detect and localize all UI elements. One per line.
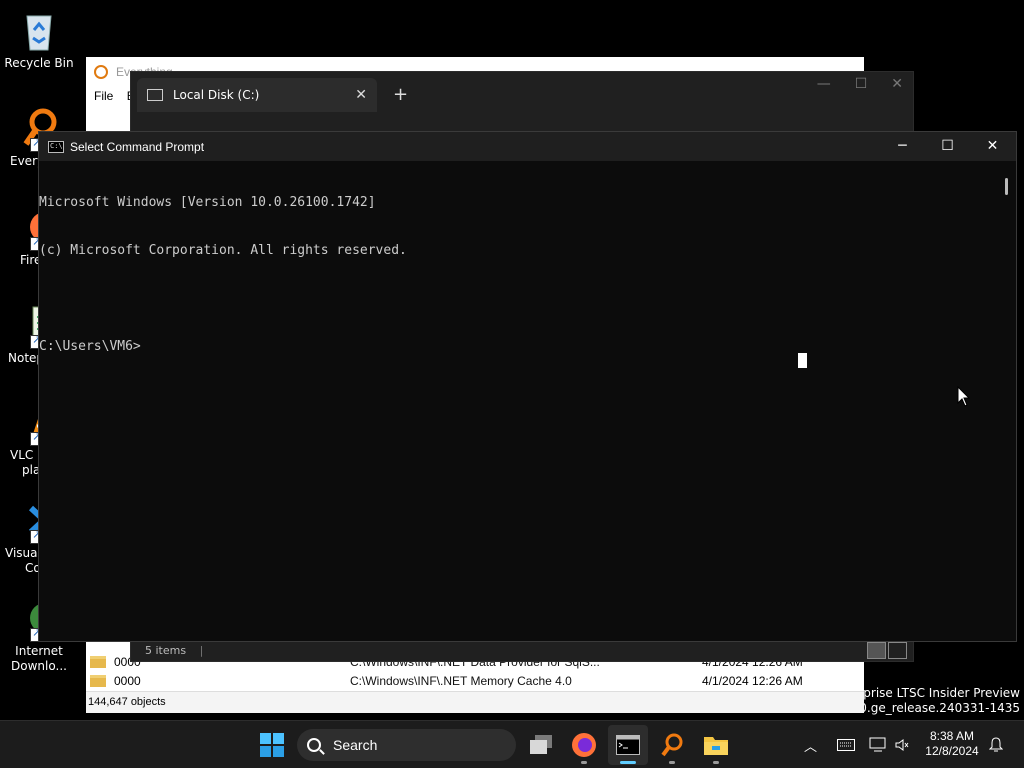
folder-icon <box>90 674 106 687</box>
item-count: 5 items <box>145 644 187 657</box>
minimize-button[interactable]: — <box>817 76 831 92</box>
watermark-line-1: nterprise LTSC Insider Preview <box>838 686 1020 700</box>
console-line: (c) Microsoft Corporation. All rights re… <box>39 243 407 258</box>
search-icon <box>307 738 321 752</box>
console-output[interactable]: Microsoft Windows [Version 10.0.26100.17… <box>39 161 1002 641</box>
notification-bell-icon[interactable] <box>989 737 1003 753</box>
explorer-tab[interactable]: Local Disk (C:) ✕ <box>137 78 377 112</box>
taskbar-command-prompt[interactable] <box>608 725 648 765</box>
everything-icon <box>661 733 683 757</box>
task-view-icon <box>530 735 552 754</box>
text-cursor <box>798 353 807 368</box>
mouse-pointer-icon <box>957 386 971 407</box>
taskbar-clock[interactable]: 8:38 AM 12/8/2024 <box>920 729 984 759</box>
taskbar-everything[interactable] <box>652 725 692 765</box>
maximize-button[interactable]: ☐ <box>855 76 868 92</box>
everything-status-bar: 144,647 objects <box>86 691 864 713</box>
system-tray: ︿ <box>804 721 909 768</box>
explorer-status-bar: 5 items | <box>145 644 204 657</box>
details-view-button[interactable] <box>867 642 886 659</box>
taskbar-search[interactable]: Search <box>297 729 516 761</box>
clock-date: 12/8/2024 <box>925 744 979 758</box>
explorer-window-controls: — ☐ ✕ <box>817 76 903 92</box>
table-row[interactable]: 0000 C:\Windows\INF\.NET Memory Cache 4.… <box>88 671 858 690</box>
taskbar-firefox[interactable] <box>564 725 604 765</box>
running-indicator <box>669 761 675 764</box>
menu-file[interactable]: File <box>94 89 113 103</box>
command-prompt-window[interactable]: C:\ Select Command Prompt ─ ☐ ✕ Microsof… <box>38 131 1017 642</box>
new-tab-button[interactable]: + <box>393 84 408 105</box>
console-line: Microsoft Windows [Version 10.0.26100.17… <box>39 195 376 210</box>
minimize-button[interactable]: ─ <box>880 132 925 161</box>
object-count: 144,647 objects <box>88 696 166 708</box>
everything-menubar: File E <box>94 89 135 103</box>
tiles-view-button[interactable] <box>888 642 907 659</box>
network-icon[interactable] <box>869 737 887 753</box>
cmd-title: Select Command Prompt <box>70 139 205 154</box>
clock-time: 8:38 AM <box>929 729 975 743</box>
firefox-icon <box>572 733 596 757</box>
console-prompt: C:\Users\VM6> <box>39 339 141 354</box>
everything-logo-icon <box>94 65 108 79</box>
desktop-icon-label: Recycle Bin <box>4 56 74 70</box>
desktop-icon-label: Internet <box>15 644 63 658</box>
task-view-button[interactable] <box>521 725 561 765</box>
taskbar: Search ︿ 8:38 AM 12/8/2024 <box>0 720 1024 768</box>
running-indicator <box>581 761 587 764</box>
windows-logo-icon <box>260 733 284 757</box>
recycle-bin-icon <box>17 8 61 52</box>
keyboard-icon[interactable] <box>837 739 856 751</box>
view-toggle <box>867 642 907 659</box>
close-button[interactable]: ✕ <box>970 132 1015 161</box>
row-date: 4/1/2024 12:26 AM <box>702 673 803 688</box>
drive-icon <box>147 89 163 101</box>
close-tab-icon[interactable]: ✕ <box>355 87 367 103</box>
maximize-button[interactable]: ☐ <box>925 132 970 161</box>
running-indicator <box>620 761 636 764</box>
folder-icon <box>704 737 728 755</box>
show-hidden-icons-chevron-icon[interactable]: ︿ <box>804 736 817 755</box>
running-indicator <box>713 761 719 764</box>
desktop-icon-recycle-bin[interactable]: Recycle Bin <box>0 8 78 71</box>
cmd-scrollbar[interactable] <box>1000 161 1016 641</box>
terminal-icon <box>616 735 640 755</box>
cmd-titlebar[interactable]: C:\ Select Command Prompt <box>39 132 1016 161</box>
taskbar-file-explorer[interactable] <box>696 725 736 765</box>
row-name: 0000 <box>114 673 141 688</box>
explorer-tab-title: Local Disk (C:) <box>173 88 260 102</box>
folder-icon <box>90 655 106 668</box>
search-label: Search <box>333 737 378 753</box>
close-button[interactable]: ✕ <box>891 76 903 92</box>
scrollbar-thumb[interactable] <box>1005 178 1008 195</box>
row-path: C:\Windows\INF\.NET Memory Cache 4.0 <box>350 673 572 688</box>
cmd-app-icon: C:\ <box>48 140 64 153</box>
desktop-icon-label-line2: Downlo... <box>11 659 67 673</box>
volume-muted-icon[interactable] <box>895 738 909 752</box>
start-button[interactable] <box>252 725 292 765</box>
